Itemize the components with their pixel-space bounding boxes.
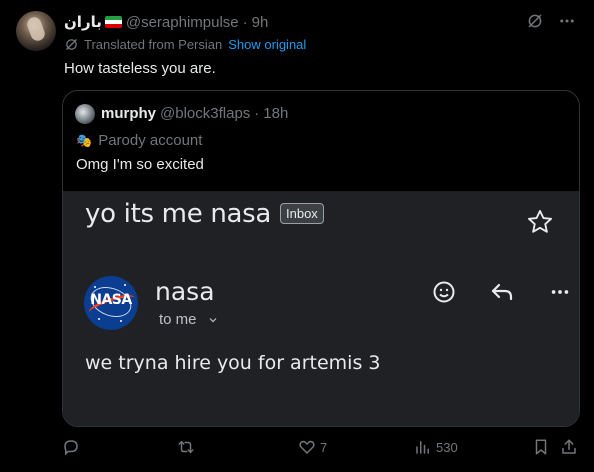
bookmark-button[interactable]	[532, 438, 550, 456]
quoted-post-header: murphy @block3flaps · 18h	[101, 105, 288, 122]
repost-button[interactable]	[176, 438, 196, 456]
views-button[interactable]: 530	[414, 438, 458, 456]
nasa-logo: NASA	[84, 276, 138, 330]
post-time[interactable]: 9h	[252, 14, 269, 31]
separator-dot: ·	[242, 13, 248, 31]
theater-mask-icon: 🎭	[76, 132, 93, 148]
more-vert-icon	[531, 281, 579, 303]
share-button[interactable]	[560, 438, 578, 456]
translation-notice: Translated from Persian Show original	[64, 37, 306, 52]
nasa-logo-text: NASA	[90, 292, 132, 308]
more-options-icon[interactable]	[558, 12, 576, 30]
separator-dot: ·	[254, 105, 260, 122]
reply-bubble-icon	[64, 440, 78, 456]
grok-icon[interactable]	[526, 12, 544, 30]
quoted-author-handle[interactable]: @block3flaps	[160, 105, 250, 122]
email-body: we tryna hire you for artemis 3	[85, 352, 381, 374]
show-original-link[interactable]: Show original	[228, 37, 306, 52]
reply-icon	[473, 280, 531, 304]
post-text: How tasteless you are.	[64, 60, 216, 77]
email-sender-name: nasa	[155, 277, 215, 306]
inbox-label-chip: Inbox	[280, 203, 324, 224]
heart-icon	[299, 440, 315, 455]
author-handle[interactable]: @seraphimpulse	[126, 14, 239, 31]
post-top-actions	[526, 12, 576, 30]
parody-label-text: Parody account	[98, 132, 203, 149]
quoted-author-display-name[interactable]: murphy	[101, 105, 156, 122]
repost-icon	[178, 441, 194, 453]
quoted-author-avatar[interactable]	[75, 104, 95, 124]
post: باران @seraphimpulse · 9h Translated fro…	[0, 0, 594, 472]
translate-icon	[66, 39, 77, 50]
chevron-down-icon	[209, 317, 216, 322]
quoted-post-time[interactable]: 18h	[263, 105, 288, 122]
author-display-name[interactable]: باران	[64, 13, 102, 31]
iran-flag-icon	[104, 16, 122, 28]
parody-account-label: 🎭 Parody account	[76, 132, 202, 149]
view-count: 530	[436, 439, 458, 455]
quoted-post[interactable]: murphy @block3flaps · 18h 🎭 Parody accou…	[62, 90, 580, 427]
bookmark-icon	[535, 439, 547, 455]
reply-button[interactable]	[62, 438, 80, 456]
author-avatar[interactable]	[16, 11, 56, 51]
post-action-bar: 7 530	[62, 438, 582, 462]
attached-email-screenshot[interactable]: yo its me nasa Inbox NASA nasa to me we …	[63, 191, 579, 426]
share-icon	[562, 439, 576, 454]
post-header: باران @seraphimpulse · 9h	[64, 12, 268, 32]
like-button[interactable]: 7	[298, 438, 327, 456]
email-subject: yo its me nasa	[85, 199, 272, 229]
email-recipient: to me	[159, 311, 219, 328]
emoji-icon	[415, 280, 473, 304]
star-icon	[526, 208, 554, 241]
quoted-post-text: Omg I'm so excited	[76, 156, 204, 173]
translated-label: Translated from Persian	[84, 37, 223, 52]
recipient-text: to me	[159, 311, 197, 328]
email-actions	[415, 280, 579, 304]
analytics-icon	[416, 441, 429, 454]
like-count: 7	[320, 439, 328, 455]
